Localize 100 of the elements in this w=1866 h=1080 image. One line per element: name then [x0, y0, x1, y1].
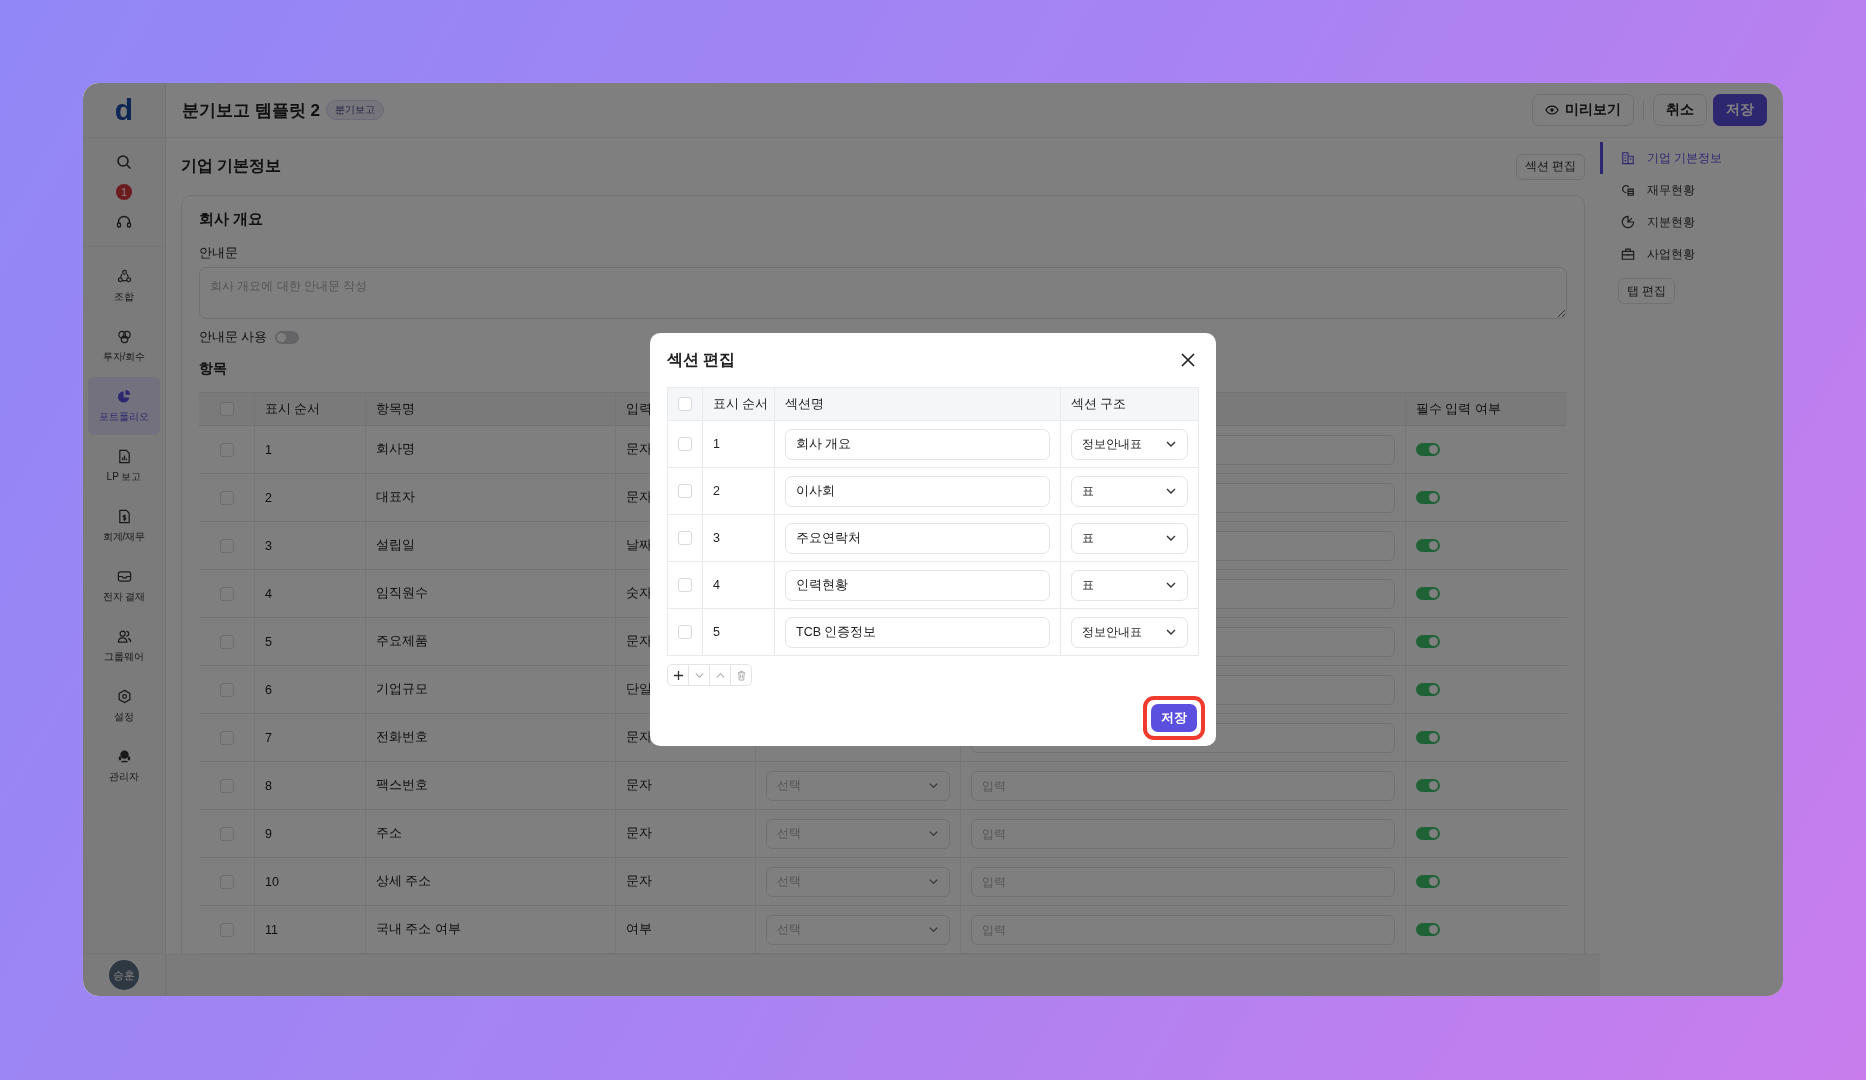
- toggle-switch[interactable]: [1416, 443, 1440, 456]
- sidebar-item[interactable]: 관리자: [88, 737, 160, 795]
- table-cell: 전화번호: [366, 714, 616, 761]
- table-cell: 4: [703, 562, 775, 608]
- checkbox[interactable]: [678, 484, 692, 498]
- checkbox[interactable]: [678, 397, 692, 411]
- chevron-down-icon: [928, 780, 939, 791]
- edit-tabs-button[interactable]: 탭 편집: [1618, 278, 1676, 304]
- logo[interactable]: d: [114, 95, 134, 125]
- column-header: 항목명: [366, 393, 616, 425]
- people-icon: [116, 628, 132, 644]
- section-heading: 기업 기본정보: [181, 156, 282, 176]
- column-header: 필수 입력 여부: [1415, 400, 1502, 418]
- person-icon: [116, 748, 132, 764]
- structure-select[interactable]: 표: [1071, 522, 1188, 554]
- building-icon: [1621, 151, 1635, 165]
- move-up-button[interactable]: [709, 664, 731, 686]
- close-icon[interactable]: [1180, 352, 1196, 368]
- toggle-switch[interactable]: [1416, 683, 1440, 696]
- table-cell: 설립일: [366, 522, 616, 569]
- section-tab[interactable]: 기업 기본정보: [1600, 142, 1783, 174]
- section-name-field[interactable]: 이사회: [785, 475, 1050, 507]
- user-avatar[interactable]: 승훈: [109, 960, 139, 990]
- document-icon: [116, 508, 132, 524]
- table-cell: 6: [255, 666, 366, 713]
- checkbox[interactable]: [678, 437, 692, 451]
- table-cell: 국내 주소 여부: [366, 906, 616, 953]
- sidebar-item[interactable]: LP 보고: [88, 437, 160, 495]
- toggle-switch[interactable]: [1416, 731, 1440, 744]
- table-cell: 4: [255, 570, 366, 617]
- coins-icon: [1621, 183, 1635, 197]
- table-cell: 주요제품: [366, 618, 616, 665]
- table-cell: 5: [703, 609, 775, 655]
- toggle-switch[interactable]: [275, 331, 300, 344]
- chevron-down-icon: [928, 924, 939, 935]
- table-cell: 문자: [616, 810, 756, 857]
- column-header: 표시 순서: [703, 388, 775, 420]
- save-button[interactable]: 저장: [1713, 94, 1767, 126]
- cancel-button[interactable]: 취소: [1653, 94, 1707, 126]
- headset-icon[interactable]: [116, 214, 132, 230]
- section-tab[interactable]: 지분현황: [1600, 206, 1783, 238]
- table-cell: 주소: [366, 810, 616, 857]
- toggle-switch[interactable]: [1416, 491, 1440, 504]
- toggle-switch[interactable]: [1416, 587, 1440, 600]
- checkbox[interactable]: [678, 531, 692, 545]
- table-cell: 2: [255, 474, 366, 521]
- edit-sections-button[interactable]: 섹션 편집: [1515, 153, 1585, 180]
- cycle-icon: [116, 268, 132, 284]
- sidebar-item[interactable]: 그룹웨어: [88, 617, 160, 675]
- template-tag: 분기보고: [325, 100, 384, 120]
- sidebar-item[interactable]: 회계/재무: [88, 497, 160, 555]
- toggle-label: 안내문 사용: [199, 329, 268, 346]
- notification-badge[interactable]: 1: [116, 184, 132, 200]
- sidebar-item[interactable]: 투자/회수: [88, 317, 160, 375]
- table-cell: 팩스번호: [366, 762, 616, 809]
- table-cell: 7: [255, 714, 366, 761]
- sidebar-item[interactable]: 설정: [88, 677, 160, 735]
- delete-button[interactable]: [730, 664, 752, 686]
- toggle-switch[interactable]: [1416, 875, 1440, 888]
- table-cell: 여부: [616, 906, 756, 953]
- section-name-field[interactable]: TCB 인증정보: [785, 616, 1050, 648]
- chevron-down-icon: [928, 828, 939, 839]
- eye-icon: [1545, 103, 1559, 117]
- search-icon[interactable]: [116, 154, 132, 170]
- toggle-switch[interactable]: [1416, 923, 1440, 936]
- envelope-icon: [116, 568, 132, 584]
- save-button[interactable]: 저장: [1151, 704, 1197, 732]
- checkbox[interactable]: [678, 625, 692, 639]
- section-tab[interactable]: 사업현황: [1600, 238, 1783, 270]
- preview-button[interactable]: 미리보기: [1532, 94, 1634, 126]
- toggle-switch[interactable]: [1416, 779, 1440, 792]
- section-name-field[interactable]: 회사 개요: [785, 428, 1050, 460]
- table-cell: 회사명: [366, 426, 616, 473]
- toggle-switch[interactable]: [1416, 827, 1440, 840]
- add-button[interactable]: [667, 664, 689, 686]
- table-cell: 8: [255, 762, 366, 809]
- checkbox[interactable]: [678, 578, 692, 592]
- structure-select[interactable]: 표: [1071, 475, 1188, 507]
- sidebar-item[interactable]: 전자 결재: [88, 557, 160, 615]
- sidebar-item[interactable]: 조합: [88, 257, 160, 315]
- toggle-switch[interactable]: [1416, 635, 1440, 648]
- chevron-down-icon: [928, 876, 939, 887]
- table-cell: 2: [703, 468, 775, 514]
- section-tab[interactable]: 재무현황: [1600, 174, 1783, 206]
- toggle-switch[interactable]: [1416, 539, 1440, 552]
- dialog-title: 섹션 편집: [667, 349, 736, 370]
- table-cell: 3: [255, 522, 366, 569]
- pie-chart-icon: [1621, 215, 1635, 229]
- structure-select[interactable]: 정보안내표: [1071, 428, 1188, 460]
- table-cell: 대표자: [366, 474, 616, 521]
- column-header: 표시 순서: [255, 393, 366, 425]
- structure-select[interactable]: 표: [1071, 569, 1188, 601]
- table-cell: 3: [703, 515, 775, 561]
- document-icon: [116, 448, 132, 464]
- link-icon: [116, 328, 132, 344]
- sidebar-item[interactable]: 포트폴리오: [88, 377, 160, 435]
- section-name-field[interactable]: 인력현황: [785, 569, 1050, 601]
- structure-select[interactable]: 정보안내표: [1071, 616, 1188, 648]
- table-cell: 1: [703, 421, 775, 467]
- section-name-field[interactable]: 주요연락처: [785, 522, 1050, 554]
